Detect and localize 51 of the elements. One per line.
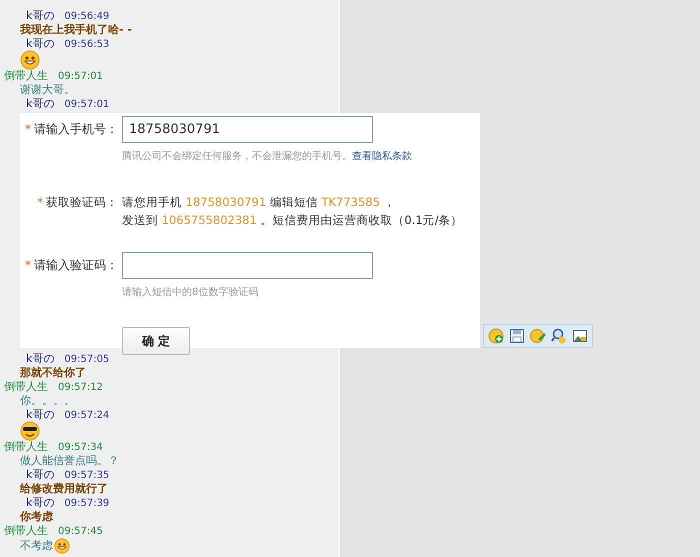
- message-time: 09:57:24: [64, 410, 110, 421]
- smiley-icon: [20, 50, 40, 70]
- field-label: 请输入验证码：: [34, 258, 118, 272]
- field-hint: 腾讯公司不会绑定任何服务，不会泄漏您的手机号。查看隐私条款: [122, 150, 413, 163]
- required-mark: *: [37, 195, 43, 209]
- sender-name: k哥の: [26, 496, 54, 509]
- message-text: 你考虑: [20, 510, 53, 523]
- sunglasses-smiley-icon: [20, 421, 40, 441]
- confirm-button[interactable]: 确 定: [122, 327, 190, 355]
- image-icon[interactable]: [572, 328, 588, 344]
- message-text: 做人能信誉点吗。？: [20, 454, 119, 467]
- field-hint: 请输入短信中的8位数字验证码: [122, 286, 260, 299]
- save-icon[interactable]: [509, 328, 525, 344]
- field-label: 请输入手机号：: [34, 122, 118, 136]
- emoji-edit-icon[interactable]: [530, 328, 546, 344]
- message-time: 09:56:53: [64, 39, 110, 50]
- sender-name: 倒带人生: [4, 524, 48, 537]
- phone-field[interactable]: 18758030791: [122, 116, 373, 143]
- search-icon[interactable]: [551, 328, 567, 344]
- code-field[interactable]: [122, 252, 373, 279]
- message-time: 09:56:49: [64, 11, 110, 22]
- sender-name: 倒带人生: [4, 440, 48, 453]
- sender-name: k哥の: [26, 37, 54, 50]
- message-time: 09:57:34: [58, 442, 103, 453]
- sender-name: 倒带人生: [4, 380, 48, 393]
- message-time: 09:57:01: [64, 99, 110, 110]
- smiley-icon: [54, 538, 70, 554]
- required-mark: *: [25, 122, 31, 136]
- message-text: 你。。。。: [20, 394, 75, 407]
- sender-name: k哥の: [26, 408, 54, 421]
- sender-name: k哥の: [26, 97, 54, 110]
- message-text: 谢谢大哥。: [20, 83, 75, 96]
- message-time: 09:57:45: [58, 526, 103, 537]
- message-text: 那就不给你了: [20, 366, 86, 379]
- sender-name: 倒带人生: [4, 69, 48, 82]
- sender-name: k哥の: [26, 468, 54, 481]
- message-text: 不考虑: [20, 539, 53, 553]
- privacy-link[interactable]: 查看隐私条款: [352, 151, 412, 162]
- message-text: 给修改费用就行了: [20, 482, 108, 495]
- message-time: 09:57:12: [58, 382, 103, 393]
- message-time: 09:57:35: [64, 470, 110, 481]
- message-time: 09:57:05: [64, 354, 110, 365]
- sender-name: k哥の: [26, 9, 54, 22]
- message-time: 09:57:39: [64, 498, 110, 509]
- field-label: 获取验证码：: [46, 195, 118, 209]
- sms-instruction: 请您用手机 18758030791 编辑短信 TK773585 ， 发送到 1065755802381 。短信费用由运营商收取（0.1元/条）: [122, 194, 464, 229]
- add-emoji-icon[interactable]: [488, 328, 504, 344]
- message-text: 我现在上我手机了哈- -: [20, 23, 132, 36]
- sender-name: k哥の: [26, 352, 54, 365]
- message-time: 09:57:01: [58, 71, 103, 82]
- required-mark: *: [25, 258, 31, 272]
